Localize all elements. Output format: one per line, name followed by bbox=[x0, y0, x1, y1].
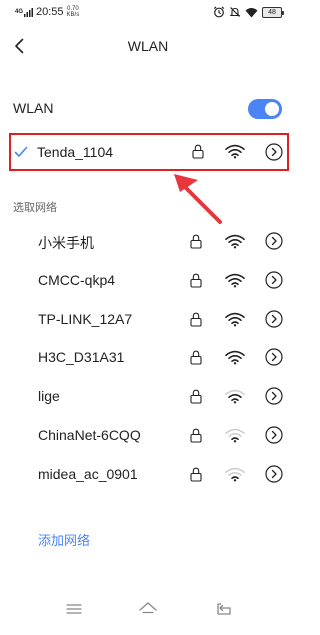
lock-icon bbox=[190, 234, 202, 249]
network-name: H3C_D31A31 bbox=[38, 349, 125, 366]
header: WLAN bbox=[0, 30, 296, 62]
wifi-signal-icon bbox=[225, 234, 245, 249]
wlan-toggle-row: WLAN bbox=[0, 92, 296, 124]
lock-icon bbox=[190, 312, 202, 327]
network-details-icon[interactable] bbox=[265, 348, 283, 366]
lock-icon bbox=[190, 467, 202, 482]
wifi-strong-icon bbox=[225, 144, 245, 159]
network-details-icon[interactable] bbox=[265, 271, 283, 289]
network-name: CMCC-qkp4 bbox=[38, 271, 116, 288]
connected-network-row[interactable]: Tenda_1104 bbox=[9, 133, 289, 171]
cell-signal-icon bbox=[24, 7, 34, 17]
speed-unit: KB/s bbox=[66, 12, 80, 18]
mute-bell-icon bbox=[229, 7, 241, 17]
network-row[interactable]: lige bbox=[0, 377, 296, 415]
battery-indicator: 48 bbox=[262, 6, 284, 18]
lock-icon bbox=[192, 144, 204, 159]
wifi-signal-icon bbox=[225, 351, 245, 365]
wifi-signal-icon bbox=[225, 389, 245, 404]
network-row[interactable]: CMCC-qkp4 bbox=[0, 261, 296, 299]
network-row[interactable]: TP-LINK_12A7 bbox=[0, 300, 296, 338]
network-name: TP-LINK_12A7 bbox=[38, 310, 133, 327]
status-bar: 4G 20:55 0.70 KB/s 48 bbox=[0, 0, 296, 26]
network-name: midea_ac_0901 bbox=[38, 465, 138, 482]
network-details-icon[interactable] bbox=[265, 232, 283, 250]
network-details-icon[interactable] bbox=[265, 465, 283, 483]
network-details-icon[interactable] bbox=[265, 387, 283, 405]
network-row[interactable]: H3C_D31A31 bbox=[0, 338, 296, 376]
network-row[interactable]: ChinaNet-6CQQ bbox=[0, 416, 296, 454]
status-right: 48 bbox=[213, 6, 284, 18]
network-type: 4G bbox=[15, 9, 24, 15]
toggle-knob bbox=[265, 102, 279, 116]
wifi-signal-icon bbox=[225, 273, 245, 288]
connected-network-name: Tenda_1104 bbox=[37, 144, 114, 160]
menu-icon[interactable] bbox=[64, 600, 84, 618]
wlan-toggle-switch[interactable] bbox=[248, 99, 282, 119]
network-speed: 0.70 KB/s bbox=[67, 6, 80, 18]
add-network-link[interactable]: 添加网络 bbox=[38, 530, 90, 549]
wifi-signal-icon bbox=[225, 428, 245, 443]
network-row[interactable]: 小米手机 bbox=[0, 222, 296, 260]
navigation-bar bbox=[0, 590, 296, 635]
home-icon[interactable] bbox=[138, 600, 158, 618]
status-left: 4G 20:55 0.70 KB/s bbox=[15, 6, 79, 18]
lock-icon bbox=[190, 389, 202, 404]
available-networks-label: 选取网络 bbox=[13, 202, 57, 214]
network-name: ChinaNet-6CQQ bbox=[38, 427, 141, 443]
checkmark-icon bbox=[14, 146, 28, 157]
wifi-signal-icon bbox=[225, 312, 245, 327]
wifi-signal-icon bbox=[225, 467, 245, 482]
lock-icon bbox=[190, 428, 202, 443]
back-icon[interactable] bbox=[214, 600, 234, 618]
network-name: lige bbox=[38, 388, 60, 405]
network-row[interactable]: midea_ac_0901 bbox=[0, 455, 296, 493]
lock-icon bbox=[190, 273, 202, 288]
network-details-icon[interactable] bbox=[265, 143, 283, 161]
wlan-label: WLAN bbox=[13, 100, 54, 116]
alarm-icon bbox=[213, 6, 225, 18]
network-details-icon[interactable] bbox=[265, 426, 283, 444]
network-details-icon[interactable] bbox=[265, 309, 283, 328]
network-name: 小米手机 bbox=[38, 235, 94, 251]
wifi-status-icon bbox=[245, 7, 258, 17]
lock-icon bbox=[190, 351, 202, 365]
clock-time: 20:55 bbox=[36, 6, 64, 18]
page-title: WLAN bbox=[127, 38, 169, 54]
